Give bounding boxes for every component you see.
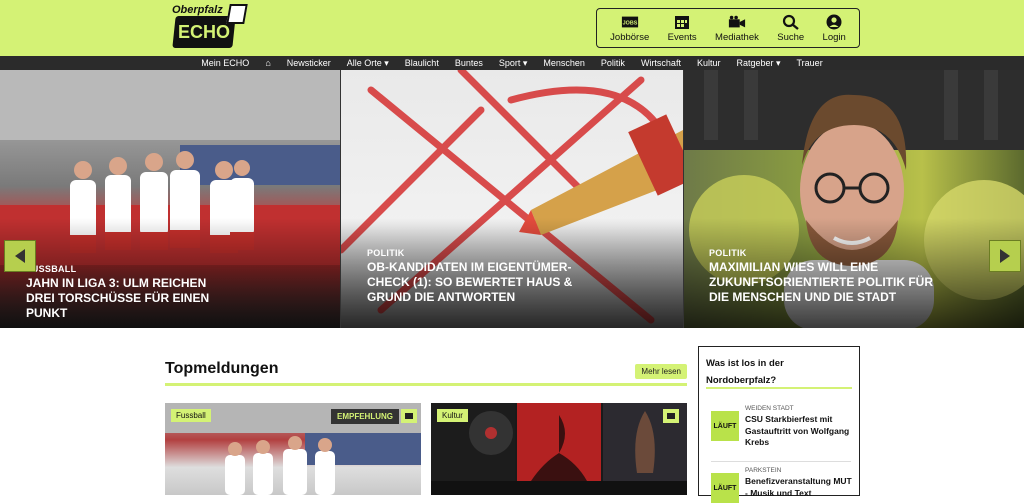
nav-mediathek-label: Mediathek [715,31,759,43]
site-header: Oberpfalz ECHO JOBS Jobbörse Events Medi… [0,0,1024,56]
news-card-kultur[interactable]: Kultur [431,403,687,495]
sidebar-title: Was ist los in der Nordoberpfalz? [706,358,784,386]
nav-wirtschaft[interactable]: Wirtschaft [633,56,689,70]
nav-trauer[interactable]: Trauer [789,56,831,70]
nav-login[interactable]: Login [823,14,846,43]
nav-buntes[interactable]: Buntes [447,56,491,70]
hero-headline[interactable]: Jahn in Liga 3: Ulm reichen drei Torschü… [26,276,236,321]
nav-jobboerse[interactable]: JOBS Jobbörse [610,14,649,43]
nav-events-label: Events [667,31,697,43]
search-icon [782,14,799,30]
event-location: PARKSTEIN [745,467,782,474]
event-status-badge: LÄUFT [711,411,739,441]
hero-slide-football[interactable]: FUSSBALL Jahn in Liga 3: Ulm reichen dre… [0,70,340,328]
topmeldungen-header: Topmeldungen Mehr lesen [165,360,687,386]
hero-slide-portrait[interactable]: POLITIK Maximilian Wies will eine zukunf… [684,70,1024,328]
jobs-icon: JOBS [621,16,638,27]
user-icon [826,14,842,29]
mehr-lesen-button[interactable]: Mehr lesen [635,364,687,379]
logo-flag-icon [226,4,248,24]
nav-mein-echo[interactable]: Mein ECHO [193,56,257,70]
nav-mediathek[interactable]: Mediathek [715,14,759,43]
events-sidebar: Was ist los in der Nordoberpfalz? LÄUFT … [698,346,860,503]
arrow-right-icon [1000,249,1010,263]
home-icon[interactable]: ⌂ [257,56,278,70]
video-icon [401,409,417,423]
hero-category: POLITIK [367,248,405,258]
event-divider [711,461,851,462]
nav-sport[interactable]: Sport ▾ [491,56,536,70]
service-nav: JOBS Jobbörse Events Mediathek Suche Log… [596,8,860,48]
hero-headline[interactable]: Maximilian Wies will eine zukunftsorient… [709,260,934,305]
slider-next-button[interactable] [989,240,1021,272]
nav-alle-orte[interactable]: Alle Orte ▾ [339,56,397,70]
calendar-icon [675,15,690,29]
hero-category: POLITIK [709,248,747,258]
nav-suche[interactable]: Suche [777,14,804,43]
video-camera-icon [728,15,746,27]
nav-jobboerse-label: Jobbörse [610,31,650,43]
event-status-badge: LÄUFT [711,473,739,503]
nav-politik[interactable]: Politik [593,56,633,70]
category-tag[interactable]: Kultur [437,409,468,422]
event-title[interactable]: CSU Starkbierfest mit Gastauftritt von W… [745,414,853,449]
category-tag[interactable]: Fussball [171,409,211,422]
hero-headline[interactable]: OB-Kandidaten im Eigentümer-Check (1): S… [367,260,582,305]
event-title[interactable]: Benefizveranstaltung MUT - Musik und Tex… [745,476,853,499]
recommendation-badge: EMPFEHLUNG [331,409,399,424]
video-icon [663,409,679,423]
nav-ratgeber[interactable]: Ratgeber ▾ [728,56,788,70]
logo-text: ECHO [177,22,230,42]
arrow-left-icon [15,249,25,263]
site-logo[interactable]: Oberpfalz ECHO [168,2,248,52]
hero-slider: FUSSBALL Jahn in Liga 3: Ulm reichen dre… [0,70,1024,328]
main-navigation: Mein ECHO ⌂ Newsticker Alle Orte ▾ Blaul… [0,56,1024,70]
nav-suche-label: Suche [777,31,805,43]
nav-blaulicht[interactable]: Blaulicht [397,56,447,70]
sidebar-divider [706,387,852,389]
logo-region-text: Oberpfalz [172,4,223,16]
nav-newsticker[interactable]: Newsticker [279,56,339,70]
nav-menschen[interactable]: Menschen [535,56,593,70]
nav-login-label: Login [822,31,846,43]
news-card-fussball[interactable]: Fussball EMPFEHLUNG [165,403,421,495]
svg-text:JOBS: JOBS [622,20,637,26]
hero-slide-ballot[interactable]: POLITIK OB-Kandidaten im Eigentümer-Chec… [341,70,683,328]
album-covers-image [431,403,687,495]
event-location: WEIDEN STADT [745,405,794,412]
nav-events[interactable]: Events [668,14,697,43]
nav-kultur[interactable]: Kultur [689,56,729,70]
section-title: Topmeldungen [165,360,279,377]
slider-prev-button[interactable] [4,240,36,272]
